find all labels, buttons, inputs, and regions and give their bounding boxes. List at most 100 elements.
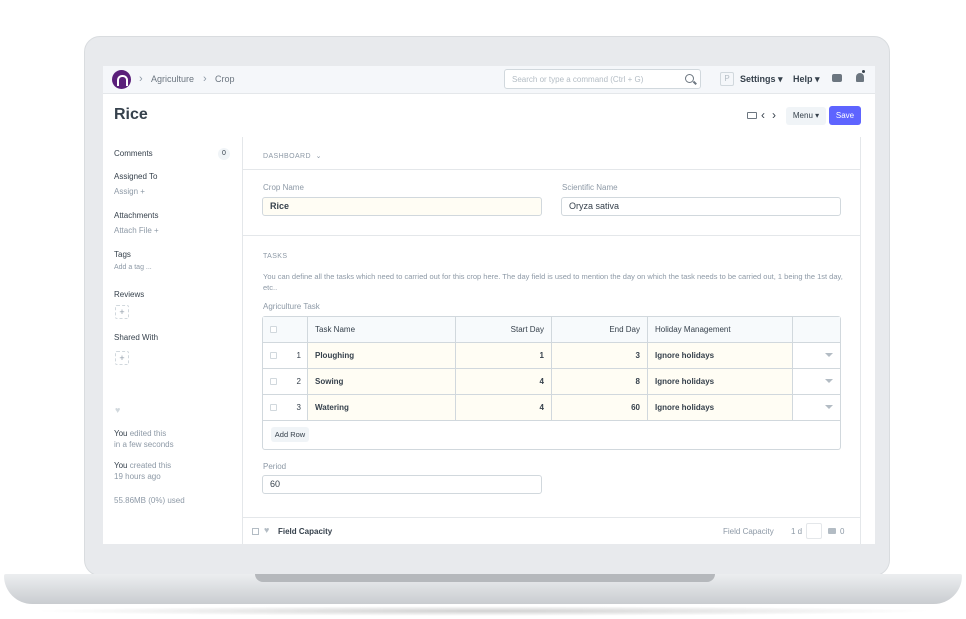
chat-icon[interactable]	[832, 74, 842, 82]
add-review-button[interactable]: +	[115, 305, 129, 319]
tasks-description: You can define all the tasks which need …	[263, 272, 843, 292]
chevron-right-icon: ›	[203, 73, 207, 85]
menu-button[interactable]: Menu ▾	[786, 107, 826, 125]
start-day-cell[interactable]: 4	[456, 369, 552, 394]
previous-record-icon[interactable]: ‹	[761, 108, 765, 122]
add-tag-link[interactable]: Add a tag ...	[114, 264, 152, 271]
search-input[interactable]: Search or type a command (Ctrl + G)	[504, 69, 701, 89]
comment-count: 0	[840, 527, 845, 536]
created-time: 19 hours ago	[114, 472, 161, 481]
period-field[interactable]: 60	[262, 475, 542, 494]
created-user: You	[114, 461, 128, 470]
start-day-cell[interactable]: 4	[456, 395, 552, 420]
breadcrumb-agriculture[interactable]: Agriculture	[151, 74, 194, 84]
grid-header-end-day: End Day	[552, 317, 648, 342]
row-expand-caret-icon[interactable]	[825, 379, 833, 383]
like-heart-icon[interactable]: ♥	[264, 525, 269, 535]
grid-header-start-day: Start Day	[456, 317, 552, 342]
comment-icon[interactable]	[828, 528, 836, 534]
row-index: 3	[296, 403, 301, 412]
section-divider	[243, 169, 860, 170]
end-day-cell[interactable]: 8	[552, 369, 648, 394]
table-row[interactable]: 2 Sowing 4 8 Ignore holidays	[263, 369, 840, 395]
notification-dot	[862, 70, 865, 73]
crop-name-label: Crop Name	[263, 183, 304, 192]
row-expand-caret-icon[interactable]	[825, 405, 833, 409]
breadcrumb-crop[interactable]: Crop	[215, 74, 235, 84]
field-capacity-meta: Field Capacity	[723, 527, 774, 536]
print-icon[interactable]	[747, 112, 757, 119]
chevron-right-icon: ›	[139, 73, 143, 85]
add-row-button[interactable]: Add Row	[271, 427, 309, 442]
row-checkbox[interactable]	[270, 404, 277, 411]
select-all-checkbox[interactable]	[270, 326, 277, 333]
comments-label[interactable]: Comments	[114, 149, 153, 158]
attachments-label: Attachments	[114, 211, 159, 220]
holiday-cell[interactable]: Ignore holidays	[648, 369, 793, 394]
field-capacity-link[interactable]: Field Capacity	[278, 527, 332, 536]
comments-count-badge: 0	[218, 148, 230, 160]
end-day-cell[interactable]: 60	[552, 395, 648, 420]
row-select-cell: 1	[263, 343, 308, 368]
attach-file-link[interactable]: Attach File +	[114, 226, 159, 235]
row-expand-caret-icon[interactable]	[825, 353, 833, 357]
settings-dropdown[interactable]: Settings ▾	[740, 74, 783, 85]
row-select-cell: 2	[263, 369, 308, 394]
help-dropdown[interactable]: Help ▾	[793, 74, 820, 85]
dashboard-label: DASHBOARD	[263, 153, 311, 160]
search-placeholder: Search or type a command (Ctrl + G)	[512, 75, 644, 84]
form-area: DASHBOARD ⌄ Crop Name Rice Scientific Na…	[242, 137, 861, 544]
assigned-to-label: Assigned To	[114, 172, 158, 181]
start-day-cell[interactable]: 1	[456, 343, 552, 368]
end-day-cell[interactable]: 3	[552, 343, 648, 368]
row-index: 2	[296, 377, 301, 386]
task-name-cell[interactable]: Watering	[308, 395, 456, 420]
next-record-icon[interactable]: ›	[772, 108, 776, 122]
grid-header-holiday: Holiday Management	[648, 317, 793, 342]
scientific-name-field[interactable]: Oryza sativa	[561, 197, 841, 216]
storage-usage: 55.86MB (0%) used	[114, 496, 185, 505]
agriculture-task-label: Agriculture Task	[263, 302, 320, 311]
holiday-cell[interactable]: Ignore holidays	[648, 395, 793, 420]
add-share-button[interactable]: +	[115, 351, 129, 365]
laptop-notch	[255, 574, 715, 582]
tasks-section-label: TASKS	[263, 253, 288, 260]
grid-header-task-name: Task Name	[308, 317, 456, 342]
reviews-label: Reviews	[114, 290, 145, 299]
p-badge[interactable]: P	[720, 72, 734, 86]
connections-row: ♥ Field Capacity Field Capacity 1 d 0	[243, 517, 860, 544]
crop-name-field[interactable]: Rice	[262, 197, 542, 216]
row-select-cell: 3	[263, 395, 308, 420]
app-logo-icon[interactable]	[112, 70, 131, 89]
edited-user: You	[114, 429, 128, 438]
duration-label: 1 d	[791, 527, 803, 536]
notification-bell-icon[interactable]	[856, 73, 864, 82]
row-checkbox[interactable]	[270, 352, 277, 359]
like-heart-icon[interactable]: ♥	[115, 405, 120, 415]
table-row[interactable]: 1 Ploughing 1 3 Ignore holidays	[263, 343, 840, 369]
dashboard-section-toggle[interactable]: DASHBOARD ⌄	[263, 152, 322, 160]
task-name-cell[interactable]: Ploughing	[308, 343, 456, 368]
task-name-cell[interactable]: Sowing	[308, 369, 456, 394]
page-title: Rice	[114, 106, 148, 123]
avatar-placeholder	[806, 523, 822, 539]
created-text: created this	[129, 461, 172, 470]
navbar: › Agriculture › Crop Search or type a co…	[103, 66, 875, 94]
assign-link[interactable]: Assign +	[114, 187, 145, 196]
period-label: Period	[263, 462, 287, 471]
edited-activity: You edited this	[114, 429, 166, 438]
row-checkbox[interactable]	[270, 378, 277, 385]
save-button[interactable]: Save	[829, 106, 861, 125]
table-row[interactable]: 3 Watering 4 60 Ignore holidays	[263, 395, 840, 421]
search-icon[interactable]	[685, 74, 694, 83]
laptop-shadow	[30, 606, 936, 616]
row-checkbox[interactable]	[252, 528, 259, 535]
app-screen: › Agriculture › Crop Search or type a co…	[103, 66, 875, 544]
edited-time: in a few seconds	[114, 440, 174, 449]
grid-header-row: Task Name Start Day End Day Holiday Mana…	[263, 317, 840, 343]
holiday-cell[interactable]: Ignore holidays	[648, 343, 793, 368]
agriculture-task-grid: Task Name Start Day End Day Holiday Mana…	[262, 316, 841, 450]
grid-header-select	[263, 317, 308, 342]
row-index: 1	[296, 351, 301, 360]
section-divider	[243, 235, 860, 236]
